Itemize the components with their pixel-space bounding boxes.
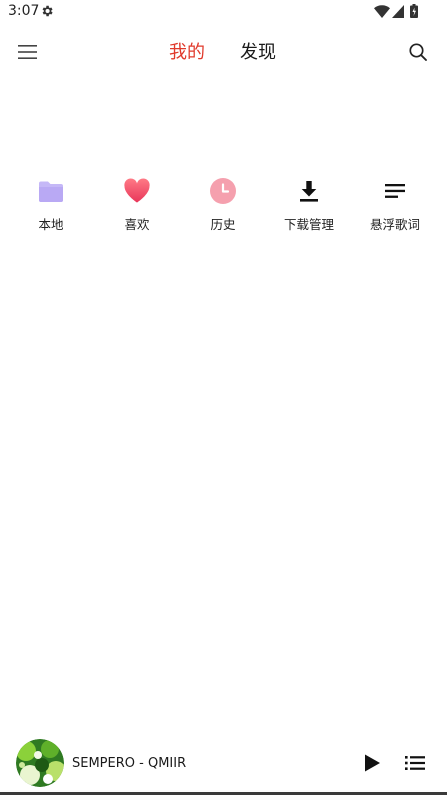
lyrics-icon — [385, 184, 405, 198]
quick-action-label: 历史 — [210, 217, 236, 232]
clock-icon — [210, 178, 236, 204]
quick-action-favorites[interactable]: 喜欢 — [94, 174, 180, 234]
battery-icon — [410, 4, 418, 18]
quick-action-label: 本地 — [38, 217, 64, 232]
top-nav: 我的 发现 — [0, 30, 447, 74]
quick-action-label: 下载管理 — [283, 217, 334, 232]
search-icon[interactable] — [408, 42, 428, 62]
album-cover[interactable] — [16, 739, 64, 787]
quick-action-floating-lyrics[interactable]: 悬浮歌词 — [352, 174, 438, 234]
status-time: 3:07 — [8, 3, 40, 19]
mini-player[interactable]: SEMPERO - QMIIR — [0, 735, 447, 793]
status-bar: 3:07 — [0, 0, 447, 24]
folder-icon — [39, 181, 63, 202]
quick-action-history[interactable]: 历史 — [180, 174, 266, 234]
quick-action-local[interactable]: 本地 — [8, 174, 94, 234]
now-playing-title[interactable]: SEMPERO - QMIIR — [72, 756, 186, 771]
playlist-icon[interactable] — [403, 752, 427, 774]
tab-mine[interactable]: 我的 — [169, 38, 205, 64]
download-icon — [300, 181, 318, 202]
music-app-screen: 3:07 我的 发现 本地 喜欢 历史 下载管理 悬浮歌词 SEMPERO - … — [0, 0, 447, 795]
tab-bar: 我的 发现 — [160, 38, 290, 66]
quick-actions: 本地 喜欢 历史 下载管理 悬浮歌词 — [8, 174, 438, 234]
quick-action-downloads[interactable]: 下载管理 — [266, 174, 352, 234]
heart-icon — [124, 178, 150, 203]
quick-action-label: 悬浮歌词 — [369, 217, 420, 232]
play-icon[interactable] — [360, 751, 384, 775]
wifi-icon — [374, 5, 390, 18]
gear-icon — [42, 5, 53, 17]
signal-icon — [392, 5, 404, 18]
quick-action-label: 喜欢 — [124, 217, 150, 232]
tab-discover[interactable]: 发现 — [240, 38, 276, 64]
hamburger-menu-icon[interactable] — [16, 41, 40, 63]
